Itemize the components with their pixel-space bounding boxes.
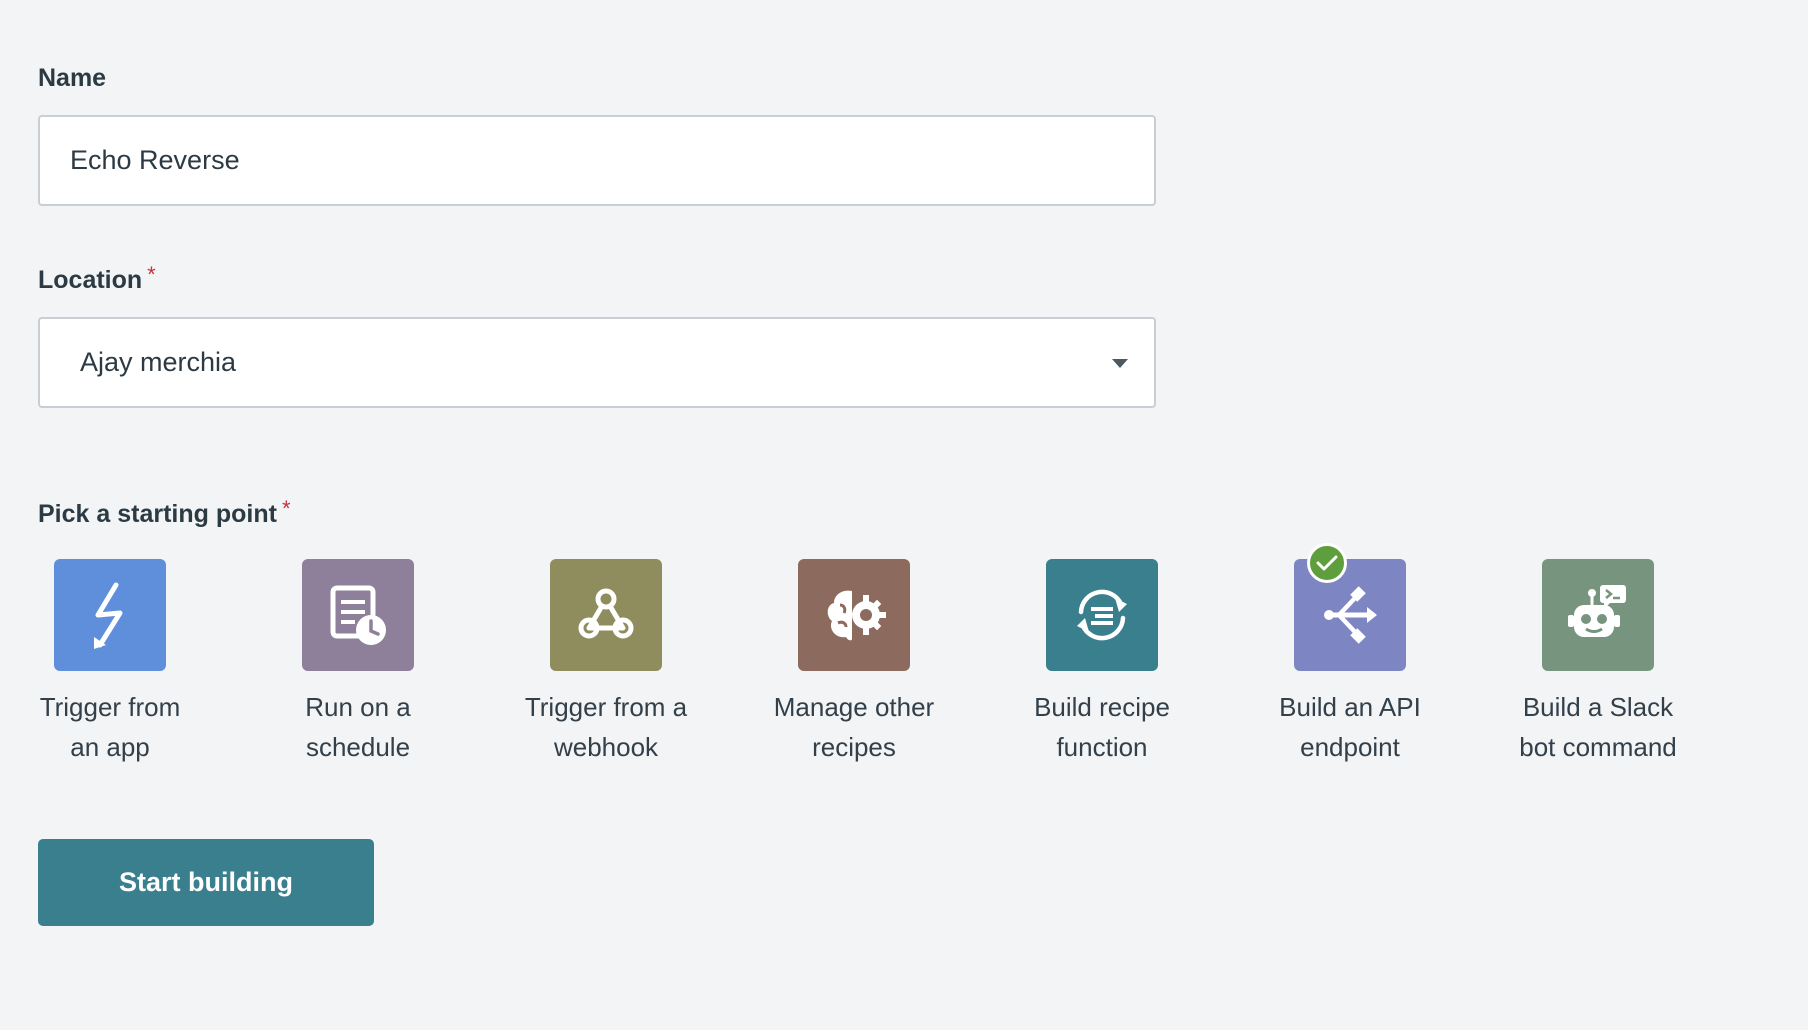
option-build-recipe-function[interactable]: Build recipe function	[997, 559, 1207, 769]
option-build-api-endpoint[interactable]: Build an API endpoint	[1245, 543, 1455, 769]
robot-chat-icon	[1568, 585, 1626, 637]
tile-icon-box	[302, 559, 414, 671]
location-label-text: Location	[38, 266, 143, 294]
location-selected-value: Ajay merchia	[80, 347, 237, 377]
starting-point-options: Trigger from an app Run on a schedule Tr…	[0, 543, 1808, 769]
required-asterisk: *	[281, 496, 291, 521]
option-trigger-from-app[interactable]: Trigger from an app	[5, 559, 215, 769]
location-label: Location *	[38, 262, 156, 295]
tile-icon-box	[550, 559, 662, 671]
option-build-slack-bot-command[interactable]: Build a Slack bot command	[1493, 559, 1703, 769]
tile-icon-box	[1046, 559, 1158, 671]
option-label: Trigger from an app	[39, 692, 181, 762]
option-label: Build a Slack bot command	[1519, 692, 1677, 762]
option-label: Trigger from a webhook	[524, 692, 688, 762]
option-label: Build recipe function	[1034, 692, 1170, 762]
tile-icon-box	[798, 559, 910, 671]
selected-check-icon	[1307, 543, 1347, 583]
name-label-text: Name	[38, 64, 107, 92]
api-endpoint-icon	[1324, 586, 1377, 644]
option-run-on-schedule[interactable]: Run on a schedule	[253, 559, 463, 769]
required-asterisk: *	[147, 262, 156, 287]
location-select[interactable]: Ajay merchia	[38, 317, 1156, 408]
option-label: Manage other recipes	[773, 692, 935, 762]
name-label: Name	[38, 64, 106, 93]
option-manage-other-recipes[interactable]: Manage other recipes	[749, 559, 959, 769]
option-trigger-from-webhook[interactable]: Trigger from a webhook	[501, 559, 711, 769]
function-cycle-icon	[1077, 589, 1127, 641]
tile-icon-box	[1542, 559, 1654, 671]
name-input[interactable]	[40, 117, 1154, 204]
starting-point-label: Pick a starting point *	[38, 496, 291, 529]
schedule-document-clock-icon	[330, 585, 386, 645]
tile-icon-box	[54, 559, 166, 671]
webhook-icon	[578, 588, 634, 639]
start-building-button[interactable]: Start building	[38, 839, 374, 926]
lightning-bolt-icon	[94, 582, 123, 649]
option-label: Build an API endpoint	[1279, 692, 1421, 762]
option-label: Run on a schedule	[305, 692, 411, 762]
name-field[interactable]	[38, 115, 1156, 206]
starting-point-label-text: Pick a starting point	[38, 500, 277, 528]
chevron-down-icon[interactable]	[1112, 359, 1128, 368]
brain-gear-icon	[827, 590, 886, 641]
